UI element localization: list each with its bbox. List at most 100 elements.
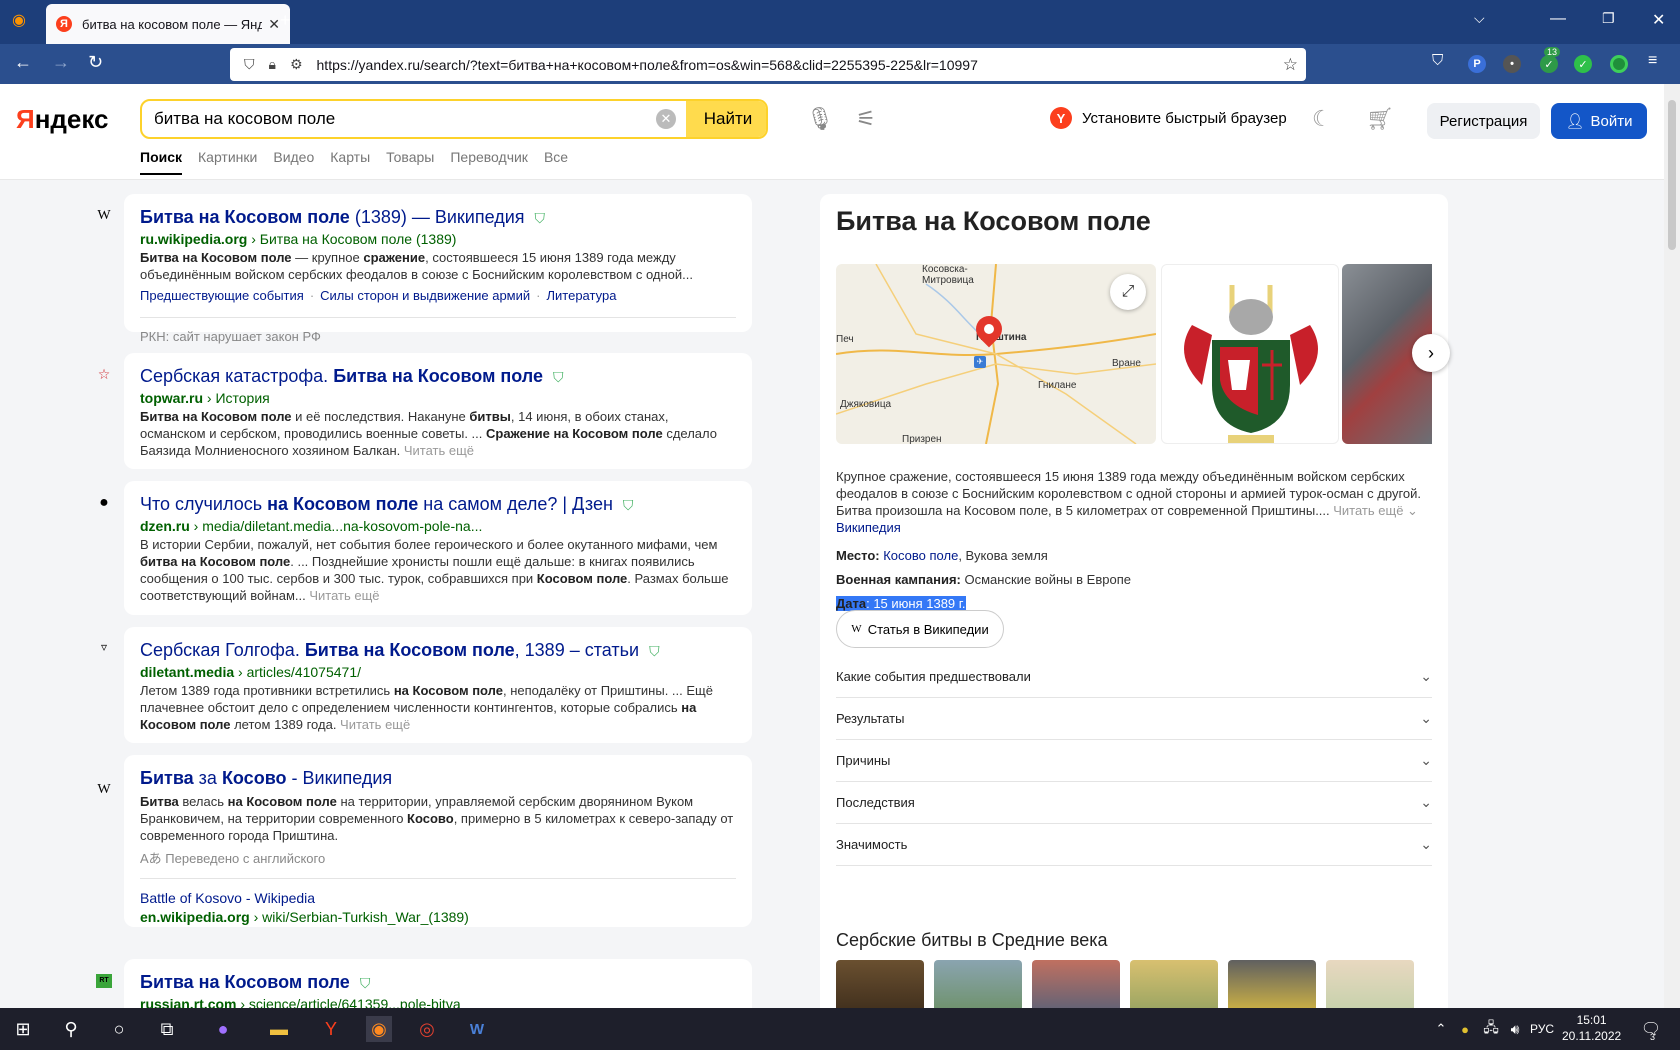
result-title[interactable]: Сербская катастрофа. Битва на Косовом по… [140, 365, 736, 388]
tab-search[interactable]: Поиск [140, 149, 183, 175]
clear-search-icon[interactable]: ✕ [656, 109, 676, 129]
result-url[interactable]: diletant.media › articles/41075471/ [140, 662, 736, 682]
volume-icon[interactable]: 🔊︎ [1502, 1016, 1528, 1042]
result-title[interactable]: Сербская Голгофа. Битва на Косовом поле,… [140, 639, 736, 662]
map-thumbnail[interactable]: Косовска- Митровица Печ Приштина Вране Г… [836, 264, 1156, 444]
chrome-icon[interactable]: ◎ [414, 1016, 440, 1042]
accordion-item[interactable]: Значимость ⌄ [836, 824, 1432, 866]
search-icon[interactable]: ⚲ [58, 1016, 84, 1042]
filters-icon[interactable]: ⚟ [856, 106, 876, 132]
result-url[interactable]: russian.rt.com › science/article/641359.… [140, 994, 736, 1008]
sub-result-url[interactable]: en.wikipedia.org › wiki/Serbian-Turkish_… [140, 907, 736, 927]
read-more-link[interactable]: Читать ещё ⌄ [1333, 503, 1418, 518]
firefox-icon[interactable]: ◉ [366, 1016, 392, 1042]
browser-tab-active[interactable]: Я битва на косовом поле — Яндекс ✕ [46, 4, 290, 44]
result-title[interactable]: Что случилось на Косовом поле на самом д… [140, 493, 736, 516]
sub-result-title[interactable]: Battle of Kosovo - Wikipedia [140, 889, 736, 907]
result-title[interactable]: Битва на Косовом поле ⛉ [140, 971, 736, 994]
read-more-link[interactable]: Читать ещё [340, 717, 410, 732]
register-button[interactable]: Регистрация [1427, 103, 1540, 139]
sublink[interactable]: Литература [547, 288, 617, 303]
read-more-link[interactable]: Читать ещё [404, 443, 474, 458]
tab-images[interactable]: Картинки [198, 149, 257, 175]
extension-shield-icon[interactable]: ✓ [1540, 55, 1558, 73]
result-url[interactable]: ru.wikipedia.org › Битва на Косовом поле… [140, 229, 736, 249]
tab-goods[interactable]: Товары [386, 149, 434, 175]
extension-circle-icon[interactable] [1610, 55, 1628, 73]
tab-translator[interactable]: Переводчик [450, 149, 528, 175]
search-input[interactable] [154, 101, 654, 137]
extension-check-icon[interactable]: ✓ [1574, 55, 1592, 73]
wikipedia-article-button[interactable]: W Статья в Википедии [836, 610, 1004, 648]
login-button[interactable]: 👤︎ Войти [1551, 103, 1647, 139]
accordion-item[interactable]: Последствия ⌄ [836, 782, 1432, 824]
extension-dots-icon[interactable]: • [1503, 55, 1521, 73]
source-link[interactable]: Википедия [836, 520, 901, 535]
tab-video[interactable]: Видео [273, 149, 314, 175]
thumbnail[interactable] [1130, 960, 1218, 1008]
address-bar[interactable]: ⛉ 🔒︎ ⚙ https://yandex.ru/search/?text=би… [230, 48, 1306, 81]
thumbnail[interactable] [934, 960, 1022, 1008]
forward-icon[interactable]: → [52, 52, 70, 73]
thumbnail[interactable] [1032, 960, 1120, 1008]
back-icon[interactable]: ← [14, 52, 32, 73]
tab-list-chevron-icon[interactable]: ⌵ [1474, 10, 1485, 27]
sublink[interactable]: Силы сторон и выдвижение армий [320, 288, 530, 303]
coat-of-arms-image[interactable] [1161, 264, 1339, 444]
bookmark-star-icon[interactable]: ☆ [1283, 55, 1298, 75]
sublink[interactable]: Предшествующие события [140, 288, 304, 303]
window-close-icon[interactable]: ✕ [1652, 10, 1665, 30]
windows-start-icon[interactable]: ⊞ [10, 1016, 36, 1042]
tab-maps[interactable]: Карты [330, 149, 370, 175]
result-title[interactable]: Битва за Косово - Википедия [140, 767, 736, 789]
accordion-item[interactable]: Результаты ⌄ [836, 698, 1432, 740]
cortana-icon[interactable]: ○ [106, 1016, 132, 1042]
tray-app-icon[interactable]: ● [1452, 1016, 1478, 1042]
place-link[interactable]: Косово поле [883, 548, 958, 563]
app-icon[interactable]: ● [210, 1016, 236, 1042]
language-indicator[interactable]: РУС [1530, 1022, 1554, 1036]
scrollbar-thumb[interactable] [1668, 100, 1676, 250]
tray-chevron-icon[interactable]: ⌃ [1428, 1016, 1454, 1042]
accordion-item[interactable]: Причины ⌄ [836, 740, 1432, 782]
thumbnail[interactable] [1228, 960, 1316, 1008]
result-url[interactable]: dzen.ru › media/diletant.media...na-koso… [140, 516, 736, 536]
result-url[interactable]: topwar.ru › История [140, 388, 736, 408]
task-view-icon[interactable]: ⧉ [154, 1016, 180, 1042]
result-title[interactable]: Битва на Косовом поле (1389) — Википедия… [140, 206, 736, 229]
read-more-link[interactable]: Читать ещё [309, 588, 379, 603]
microphone-icon[interactable]: 🎙︎ [806, 106, 834, 132]
file-explorer-icon[interactable]: ▬ [266, 1016, 292, 1042]
clock[interactable]: 15:01 20.11.2022 [1562, 1012, 1621, 1044]
related-section-title: Сербские битвы в Средние века [836, 930, 1108, 950]
tab-all[interactable]: Все [544, 149, 568, 175]
new-tab-icon[interactable]: + [280, 10, 291, 31]
result-card: Сербская катастрофа. Битва на Косовом по… [124, 353, 752, 469]
search-button[interactable]: Найти [686, 101, 766, 137]
date-link[interactable]: 15 июня 1389 г. [873, 596, 966, 611]
permissions-icon[interactable]: ⚙ [290, 56, 303, 73]
expand-map-icon[interactable]: ⤢ [1110, 274, 1146, 310]
page-scrollbar[interactable] [1664, 84, 1680, 1008]
restore-icon[interactable]: ❐ [1602, 10, 1615, 27]
word-icon[interactable]: W [464, 1016, 490, 1042]
reload-icon[interactable]: ↻ [88, 52, 103, 73]
tab-close-icon[interactable]: ✕ [268, 16, 280, 33]
cart-icon[interactable]: 🛒︎ [1366, 106, 1394, 132]
network-icon[interactable]: 🖧︎ [1478, 1016, 1504, 1042]
pocket-icon[interactable]: ⛉ [1432, 52, 1443, 69]
firefox-menu-icon[interactable]: ◉ [12, 10, 26, 30]
yandex-logo[interactable]: Яндекс [16, 104, 109, 135]
carousel-next-icon[interactable]: › [1412, 334, 1450, 372]
minimize-icon[interactable]: — [1550, 10, 1566, 28]
translated-note: Aあ Переведено с английского [140, 851, 326, 866]
fact-date: Дата: 15 июня 1389 г. [836, 596, 966, 611]
extension-p-icon[interactable]: P [1468, 55, 1486, 73]
yandex-browser-icon[interactable]: Y [318, 1016, 344, 1042]
thumbnail[interactable] [836, 960, 924, 1008]
night-mode-icon[interactable]: ☾ [1312, 106, 1332, 132]
accordion-item[interactable]: Какие события предшествовали ⌄ [836, 656, 1432, 698]
thumbnail[interactable] [1326, 960, 1414, 1008]
menu-hamburger-icon[interactable]: ≡ [1648, 52, 1657, 70]
browser-promo[interactable]: Y Установите быстрый браузер [1050, 107, 1287, 129]
